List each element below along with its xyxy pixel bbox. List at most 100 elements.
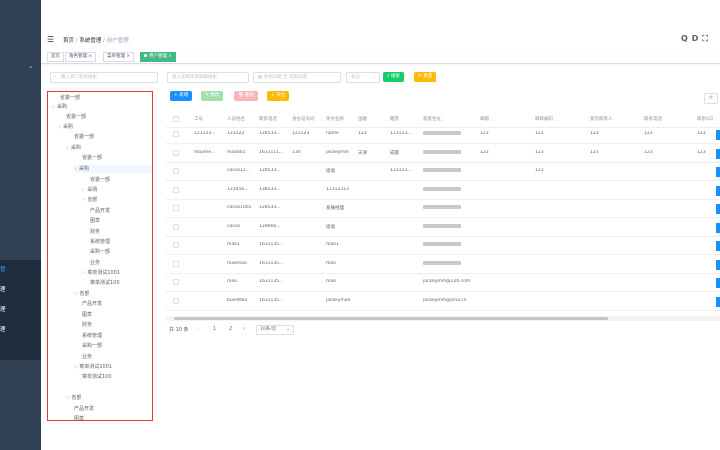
tree-node[interactable]: > 省部: [82, 196, 97, 204]
tree-node[interactable]: 采购一部: [80, 342, 102, 350]
tree-node[interactable]: 系统管理: [80, 332, 102, 340]
tree-node[interactable]: ∨ 采购: [66, 144, 81, 152]
tree-node[interactable]: 省委一部: [80, 154, 102, 162]
sidebar-item-user[interactable]: 管: [0, 260, 41, 280]
col-header[interactable]: 联系QQ: [697, 116, 713, 122]
row-checkbox[interactable]: [173, 279, 179, 285]
select-all-checkbox[interactable]: [173, 116, 179, 122]
row-edit-button[interactable]: [716, 296, 720, 307]
sidebar-item[interactable]: 理: [0, 280, 41, 300]
document-icon[interactable]: D: [692, 34, 703, 43]
export-button[interactable]: ⇩ 导出: [267, 91, 290, 101]
pagination-page[interactable]: 2: [229, 326, 232, 332]
tree-node[interactable]: 图草: [80, 311, 92, 319]
reset-button[interactable]: ⟳ 重置: [414, 72, 437, 82]
refresh-icon[interactable]: ⟳: [704, 93, 718, 104]
status-select[interactable]: 状态 ⌄: [346, 72, 380, 83]
tree-node[interactable]: > 省部: [66, 394, 81, 402]
breadcrumb-item-system[interactable]: 系统管理: [79, 38, 101, 44]
col-header[interactable]: 邮箱: [480, 116, 489, 122]
tree-node[interactable]: 产品开发: [88, 207, 110, 215]
tree-node[interactable]: 菜单测试100: [88, 279, 120, 287]
row-checkbox[interactable]: [173, 297, 179, 304]
sidebar-item[interactable]: 理: [0, 320, 41, 340]
edit-button[interactable]: ✎ 修改: [201, 91, 224, 101]
row-edit-button[interactable]: [716, 130, 720, 140]
search-button[interactable]: ⌕ 搜索: [383, 72, 404, 82]
row-edit-button[interactable]: [716, 222, 720, 233]
tree-node[interactable]: 系统管理: [88, 238, 110, 246]
row-checkbox[interactable]: [173, 242, 179, 248]
tree-node[interactable]: 省委一部: [88, 176, 110, 184]
tree-node[interactable]: > 采购: [82, 186, 97, 194]
row-edit-button[interactable]: [716, 278, 720, 288]
page-size-select[interactable]: 10条/页 ⌄: [256, 325, 294, 335]
tree-node[interactable]: 产品开发: [72, 405, 94, 413]
pagination-page[interactable]: 1: [213, 326, 216, 332]
tree-node[interactable]: 财务: [80, 321, 92, 329]
dept-search-input[interactable]: ⌕ 输入部门名称搜索: [50, 72, 158, 83]
pagination-prev[interactable]: ‹: [198, 326, 200, 332]
row-checkbox[interactable]: [173, 186, 179, 193]
tree-node[interactable]: ∨ 采购: [52, 103, 67, 111]
col-header[interactable]: 英文名称: [326, 116, 344, 122]
tree-node[interactable]: > 菜单测试1001: [82, 269, 120, 277]
breadcrumb-item-home[interactable]: 首页: [63, 38, 74, 44]
scrollbar-thumb[interactable]: [174, 317, 608, 320]
row-checkbox[interactable]: [173, 223, 179, 230]
row-checkbox[interactable]: [173, 131, 179, 137]
tree-node-selected[interactable]: ∨ 采购: [74, 165, 152, 173]
tree-node[interactable]: 财务: [88, 228, 100, 236]
row-edit-button[interactable]: [716, 241, 720, 251]
table-cell: caicai1001: [227, 205, 252, 210]
tag-role[interactable]: 角色管理 ×: [65, 52, 97, 62]
sidebar-item[interactable]: 理: [0, 300, 41, 320]
tree-node[interactable]: 采购一部: [88, 248, 110, 256]
tree-node[interactable]: 省委一部: [58, 94, 80, 102]
col-header[interactable]: 人员姓名: [227, 116, 245, 122]
row-edit-button[interactable]: [716, 167, 720, 177]
hamburger-icon[interactable]: ☰: [47, 35, 54, 44]
tree-node[interactable]: 图草: [88, 217, 100, 225]
tree-node[interactable]: > 省部: [74, 290, 89, 298]
tag-user[interactable]: 用户管理 ×: [140, 52, 177, 62]
tree-node[interactable]: > 菜单测试1001: [74, 363, 112, 371]
tree-node-label: 产品开发: [74, 406, 95, 412]
date-range-picker[interactable]: ▦ 开始日期 至 结束日期: [253, 72, 341, 83]
name-search-input[interactable]: 输入名称或者邮箱搜索: [167, 72, 249, 83]
tree-node[interactable]: 省委一部: [72, 133, 94, 141]
tree-node[interactable]: 图草: [72, 415, 84, 420]
tree-node[interactable]: 菜单测试100: [80, 373, 112, 381]
tag-home[interactable]: 首页: [47, 52, 64, 62]
col-header[interactable]: 联系电话: [644, 116, 662, 122]
delete-button[interactable]: 🗑 删除: [234, 91, 259, 101]
row-checkbox[interactable]: [173, 168, 179, 174]
table-cell: 138533...: [259, 186, 281, 192]
search-icon[interactable]: Q: [681, 34, 692, 43]
col-header[interactable]: 联系电话: [259, 116, 277, 122]
pagination-next[interactable]: ›: [243, 326, 245, 332]
col-header[interactable]: 家庭住址: [423, 116, 441, 122]
col-header[interactable]: 工号: [194, 116, 203, 122]
tree-node[interactable]: 业务: [80, 353, 92, 361]
col-header[interactable]: 籍贯: [390, 116, 399, 122]
tree-node[interactable]: 省委一部: [64, 113, 86, 121]
row-checkbox[interactable]: [173, 205, 179, 211]
tag-menu[interactable]: 菜单管理 ×: [103, 52, 135, 62]
row-checkbox[interactable]: [173, 260, 179, 267]
tree-node[interactable]: 业务: [88, 259, 100, 267]
row-edit-button[interactable]: [716, 185, 720, 196]
row-edit-button[interactable]: [716, 204, 720, 214]
row-edit-button[interactable]: [716, 259, 720, 270]
tree-node[interactable]: 产品开发: [80, 300, 102, 308]
col-header[interactable]: 紧急联系人: [590, 116, 613, 122]
col-header[interactable]: 邮政编码: [535, 116, 553, 122]
col-header[interactable]: 身份证号码: [292, 116, 315, 122]
fullscreen-icon[interactable]: ⛶: [702, 34, 712, 43]
chevron-down-icon[interactable]: ⌄: [28, 62, 34, 70]
col-header[interactable]: 国籍: [358, 116, 367, 122]
row-edit-button[interactable]: [716, 148, 720, 159]
tree-node[interactable]: ∨ 采购: [58, 123, 73, 131]
add-button[interactable]: + 新增: [170, 91, 193, 101]
row-checkbox[interactable]: [173, 149, 179, 156]
